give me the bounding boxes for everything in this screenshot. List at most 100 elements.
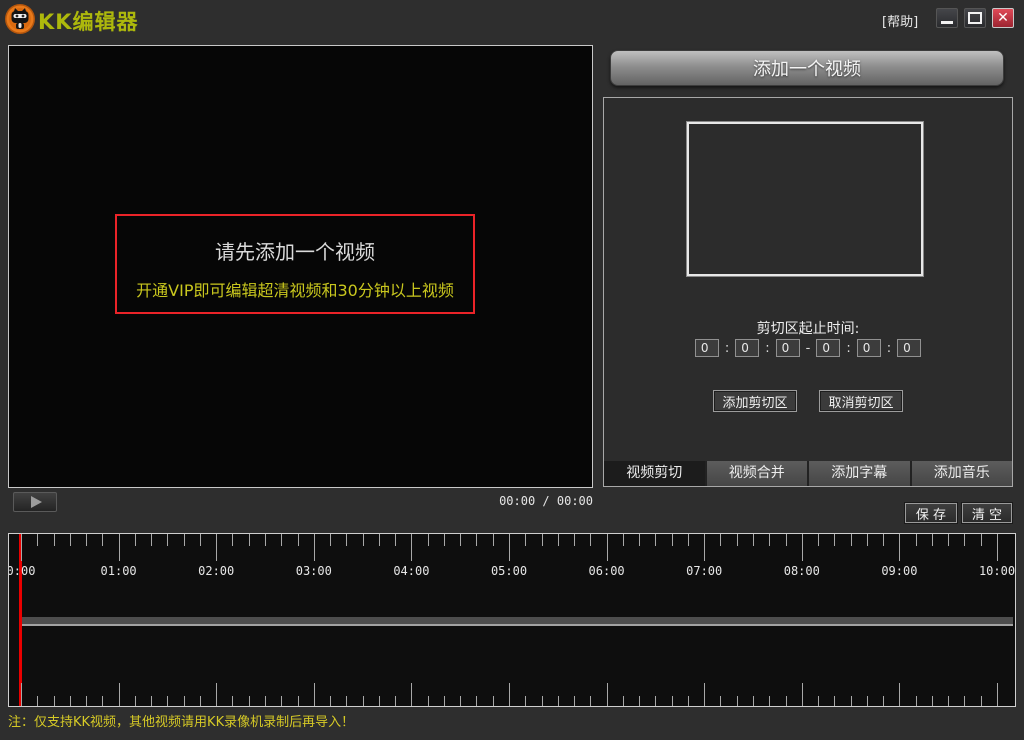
ruler-tick xyxy=(460,696,461,706)
ruler-tick xyxy=(249,534,250,546)
ruler-tick xyxy=(688,534,689,546)
ruler-tick xyxy=(346,696,347,706)
ruler-tick xyxy=(851,534,852,546)
ruler-tick xyxy=(525,696,526,706)
maximize-button[interactable] xyxy=(964,8,986,28)
clip-time-field-0[interactable] xyxy=(695,339,719,357)
ruler-tick xyxy=(314,534,315,561)
ruler-tick xyxy=(639,696,640,706)
minimize-button[interactable] xyxy=(936,8,958,28)
ruler-tick xyxy=(21,534,22,561)
help-link[interactable]: [帮助] xyxy=(882,11,918,30)
tab-添加字幕[interactable]: 添加字幕 xyxy=(807,461,910,486)
ruler-tick xyxy=(21,683,22,706)
footer-note: 注：仅支持KK视频，其他视频请用KK录像机录制后再导入！ xyxy=(8,711,354,730)
ruler-label: 08:00 xyxy=(784,564,820,578)
clip-preview-box xyxy=(686,121,924,277)
ruler-tick xyxy=(281,534,282,546)
ruler-tick xyxy=(720,534,721,546)
titlebar: KK编辑器 [帮助] ✕ xyxy=(0,0,1024,40)
ruler-tick xyxy=(167,534,168,546)
ruler-tick xyxy=(37,696,38,706)
ruler-tick xyxy=(476,696,477,706)
ruler-tick xyxy=(411,534,412,561)
clip-time-field-5[interactable] xyxy=(897,339,921,357)
ruler-tick xyxy=(200,534,201,546)
ruler-tick xyxy=(655,534,656,546)
clip-time-field-4[interactable] xyxy=(857,339,881,357)
ruler-tick xyxy=(590,534,591,546)
ruler-tick xyxy=(623,696,624,706)
ruler-tick xyxy=(607,683,608,706)
clip-preview-inner xyxy=(687,122,923,276)
ruler-tick xyxy=(981,696,982,706)
clip-time-field-3[interactable] xyxy=(816,339,840,357)
ruler-tick xyxy=(184,534,185,546)
play-button[interactable] xyxy=(13,492,57,512)
ruler-label: 10:00 xyxy=(979,564,1015,578)
save-button[interactable]: 保 存 xyxy=(905,503,957,523)
ruler-tick xyxy=(639,534,640,546)
ruler-tick xyxy=(102,534,103,546)
ruler-tick xyxy=(493,534,494,546)
ruler-tick xyxy=(249,696,250,706)
ruler-tick xyxy=(916,534,917,546)
ruler-tick xyxy=(281,696,282,706)
clip-time-field-2[interactable] xyxy=(776,339,800,357)
ruler-tick xyxy=(509,534,510,561)
ruler-tick xyxy=(216,683,217,706)
ruler-tick xyxy=(444,696,445,706)
ruler-tick xyxy=(363,696,364,706)
tab-视频合并[interactable]: 视频合并 xyxy=(705,461,808,486)
add-clip-button[interactable]: 添加剪切区 xyxy=(713,390,797,412)
close-button[interactable]: ✕ xyxy=(992,8,1014,28)
ruler-tick xyxy=(70,696,71,706)
ruler-label: 06:00 xyxy=(589,564,625,578)
ruler-tick xyxy=(314,683,315,706)
ruler-tick xyxy=(737,534,738,546)
ruler-tick xyxy=(102,696,103,706)
timeline[interactable]: 0:0001:0002:0003:0004:0005:0006:0007:000… xyxy=(8,533,1016,707)
ruler-tick xyxy=(476,534,477,546)
ruler-label: 02:00 xyxy=(198,564,234,578)
ruler-tick xyxy=(151,534,152,546)
ruler-tick xyxy=(769,534,770,546)
ruler-tick xyxy=(379,534,380,546)
ruler-tick xyxy=(184,696,185,706)
clip-time-field-1[interactable] xyxy=(735,339,759,357)
ruler-tick xyxy=(265,534,266,546)
vip-message: 开通VIP即可编辑超清视频和30分钟以上视频 xyxy=(117,277,473,301)
ruler-tick xyxy=(509,683,510,706)
clear-button[interactable]: 清 空 xyxy=(962,503,1012,523)
kk-logo-icon xyxy=(4,3,36,35)
ruler-tick xyxy=(70,534,71,546)
timeline-track[interactable] xyxy=(22,617,1013,626)
app-title: KK编辑器 xyxy=(38,6,139,36)
clip-buttons-row: 添加剪切区 取消剪切区 xyxy=(604,390,1012,412)
ruler-tick xyxy=(720,696,721,706)
ruler-tick xyxy=(818,696,819,706)
ruler-tick xyxy=(997,534,998,561)
ruler-tick xyxy=(232,534,233,546)
cancel-clip-button[interactable]: 取消剪切区 xyxy=(819,390,903,412)
ruler-tick xyxy=(379,696,380,706)
ruler-tick xyxy=(802,683,803,706)
add-video-button[interactable]: 添加一个视频 xyxy=(610,50,1004,86)
tab-添加音乐[interactable]: 添加音乐 xyxy=(910,461,1013,486)
ruler-tick xyxy=(916,696,917,706)
ruler-tick xyxy=(899,534,900,561)
tab-视频剪切[interactable]: 视频剪切 xyxy=(604,461,705,486)
ruler-tick xyxy=(786,534,787,546)
ruler-tick xyxy=(232,696,233,706)
ruler-tick xyxy=(948,696,949,706)
ruler-label: 01:00 xyxy=(101,564,137,578)
ruler-tick xyxy=(867,696,868,706)
ruler-tick xyxy=(590,696,591,706)
clip-range-label: 剪切区起止时间: xyxy=(604,318,1012,338)
ruler-tick xyxy=(704,534,705,561)
ruler-tick xyxy=(737,696,738,706)
ruler-tick xyxy=(623,534,624,546)
time-separator-colon: : xyxy=(846,341,850,356)
ruler-tick xyxy=(851,696,852,706)
play-icon xyxy=(31,496,42,508)
